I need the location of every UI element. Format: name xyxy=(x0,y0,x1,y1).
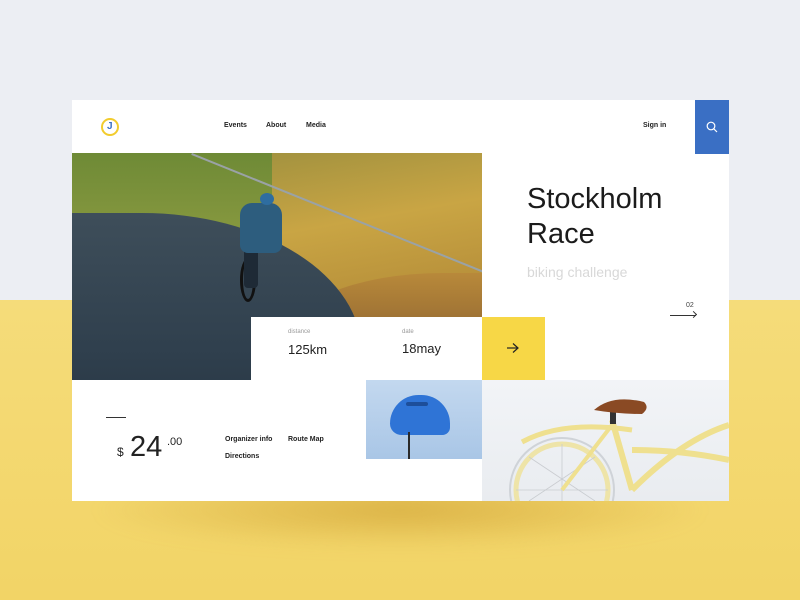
pager-arrowhead xyxy=(689,310,698,319)
logo-letter: J xyxy=(107,121,113,132)
price-currency: $ xyxy=(117,445,124,459)
arrow-right-icon xyxy=(507,343,519,353)
date-label: date xyxy=(402,329,414,335)
directions-link[interactable]: Directions xyxy=(225,453,259,460)
pager-number: 02 xyxy=(686,302,694,309)
bicycle-image xyxy=(482,380,729,501)
search-icon xyxy=(706,121,718,133)
distance-value: 125km xyxy=(288,342,328,357)
nav-events[interactable]: Events xyxy=(224,122,247,129)
nav-about[interactable]: About xyxy=(266,122,286,129)
search-button[interactable] xyxy=(695,100,729,154)
organizer-info-link[interactable]: Organizer info xyxy=(225,436,272,443)
nav-media[interactable]: Media xyxy=(306,122,326,129)
logo-icon[interactable]: J xyxy=(101,118,119,136)
cyclist-helmet xyxy=(260,193,274,205)
route-map-link[interactable]: Route Map xyxy=(288,436,324,443)
distance-label: distance xyxy=(288,329,311,335)
cyclist xyxy=(240,203,282,253)
bicycle-illustration xyxy=(509,399,729,501)
page-title: Stockholm Race xyxy=(527,183,663,250)
price-amount: 24 xyxy=(130,431,163,463)
helmet-image xyxy=(366,380,482,459)
price-cents: .00 xyxy=(167,436,183,448)
race-card: J Events About Media Sign in distance 12… xyxy=(72,100,729,501)
date-value: 18may xyxy=(402,341,442,356)
race-stats: distance 125km date 18may xyxy=(251,317,482,380)
next-button[interactable] xyxy=(482,317,545,380)
page-subtitle: biking challenge xyxy=(527,264,628,280)
sign-in-link[interactable]: Sign in xyxy=(643,122,666,129)
price-divider xyxy=(106,417,126,418)
